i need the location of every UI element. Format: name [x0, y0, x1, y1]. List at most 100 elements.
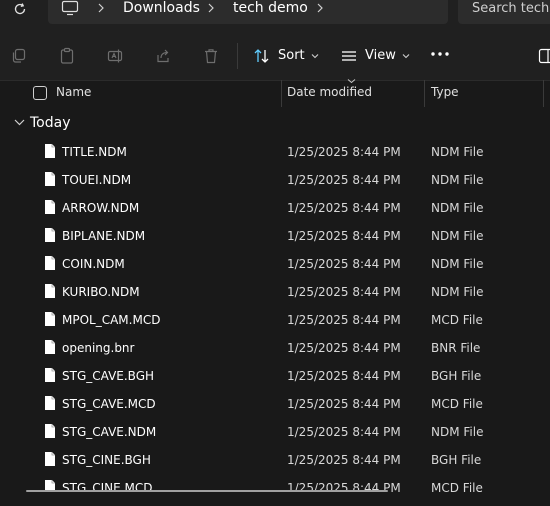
sort-button[interactable]: Sort — [253, 45, 319, 67]
file-row[interactable]: MPOL_CAM.MCD 1/25/2025 8:44 PM MCD File — [0, 306, 550, 334]
view-icon — [342, 51, 356, 61]
file-icon — [45, 368, 55, 382]
chevron-right-icon[interactable] — [96, 2, 106, 14]
file-icon — [45, 396, 55, 410]
more-options-icon[interactable] — [430, 51, 450, 57]
file-icon — [45, 312, 55, 326]
file-name: STG_CAVE.NDM — [62, 425, 157, 439]
view-label: View — [365, 48, 396, 63]
file-row[interactable]: STG_CAVE.MCD 1/25/2025 8:44 PM MCD File — [0, 390, 550, 418]
refresh-button[interactable] — [8, 0, 32, 18]
file-row[interactable]: TOUEI.NDM 1/25/2025 8:44 PM NDM File — [0, 166, 550, 194]
chevron-right-icon[interactable] — [206, 2, 216, 14]
sort-label: Sort — [278, 48, 305, 63]
file-type: NDM File — [431, 229, 484, 243]
file-icon — [45, 284, 55, 298]
sort-ascending-icon — [347, 79, 356, 84]
file-date-modified: 1/25/2025 8:44 PM — [287, 453, 401, 467]
file-icon — [45, 340, 55, 354]
refresh-icon — [14, 3, 26, 15]
column-header-type[interactable]: Type — [431, 85, 459, 100]
file-type: MCD File — [431, 313, 483, 327]
file-name: STG_CAVE.MCD — [62, 397, 156, 411]
file-type: BGH File — [431, 369, 482, 383]
search-input[interactable]: Search tech demo — [472, 0, 550, 17]
chevron-down-icon — [311, 54, 319, 59]
file-type: MCD File — [431, 397, 483, 411]
column-resize-handle[interactable] — [424, 80, 425, 107]
file-name: opening.bnr — [62, 341, 135, 355]
file-row[interactable]: BIPLANE.NDM 1/25/2025 8:44 PM NDM File — [0, 222, 550, 250]
file-row[interactable]: COIN.NDM 1/25/2025 8:44 PM NDM File — [0, 250, 550, 278]
file-icon — [45, 172, 55, 186]
paste-icon[interactable] — [58, 47, 76, 65]
file-name: TITLE.NDM — [62, 145, 127, 159]
file-date-modified: 1/25/2025 8:44 PM — [287, 257, 401, 271]
breadcrumb-downloads[interactable]: Downloads — [123, 0, 200, 17]
sort-icon — [254, 49, 269, 63]
column-header-date-modified[interactable]: Date modified — [287, 85, 372, 100]
file-row[interactable]: opening.bnr 1/25/2025 8:44 PM BNR File — [0, 334, 550, 362]
file-date-modified: 1/25/2025 8:44 PM — [287, 397, 401, 411]
bottom-edge — [0, 492, 550, 506]
file-date-modified: 1/25/2025 8:44 PM — [287, 285, 401, 299]
group-header-today[interactable]: Today — [0, 112, 550, 134]
search-box[interactable]: Search tech demo — [458, 0, 550, 24]
file-row[interactable]: STG_CAVE.NDM 1/25/2025 8:44 PM NDM File — [0, 418, 550, 446]
horizontal-scrollbar[interactable] — [26, 490, 388, 492]
this-pc-icon[interactable] — [60, 0, 80, 16]
file-date-modified: 1/25/2025 8:44 PM — [287, 341, 401, 355]
file-explorer-window: Downloads tech demo Search tech demo — [0, 0, 550, 506]
file-type: BNR File — [431, 341, 481, 355]
file-row[interactable]: STG_CINE.BGH 1/25/2025 8:44 PM BGH File — [0, 446, 550, 474]
file-date-modified: 1/25/2025 8:44 PM — [287, 201, 401, 215]
copy-icon[interactable] — [10, 47, 28, 65]
file-icon — [45, 200, 55, 214]
chevron-down-icon[interactable] — [14, 119, 25, 126]
command-bar: Sort View — [0, 31, 550, 81]
column-header-name[interactable]: Name — [56, 85, 91, 100]
file-date-modified: 1/25/2025 8:44 PM — [287, 369, 401, 383]
file-date-modified: 1/25/2025 8:44 PM — [287, 145, 401, 159]
file-type: NDM File — [431, 201, 484, 215]
file-row[interactable]: TITLE.NDM 1/25/2025 8:44 PM NDM File — [0, 138, 550, 166]
file-type: NDM File — [431, 425, 484, 439]
view-button[interactable]: View — [340, 45, 410, 67]
select-all-checkbox[interactable] — [33, 86, 47, 100]
chevron-down-icon — [402, 54, 410, 59]
share-icon[interactable] — [154, 47, 172, 65]
file-date-modified: 1/25/2025 8:44 PM — [287, 173, 401, 187]
rename-icon[interactable] — [106, 47, 124, 65]
file-row[interactable]: STG_CAVE.BGH 1/25/2025 8:44 PM BGH File — [0, 362, 550, 390]
breadcrumb-tech-demo[interactable]: tech demo — [233, 0, 308, 17]
file-row[interactable]: ARROW.NDM 1/25/2025 8:44 PM NDM File — [0, 194, 550, 222]
details-pane-icon[interactable] — [538, 47, 550, 65]
file-name: MPOL_CAM.MCD — [62, 313, 161, 327]
delete-icon[interactable] — [202, 47, 220, 65]
file-type: NDM File — [431, 285, 484, 299]
column-header-row: Name Date modified Type — [0, 79, 550, 107]
file-row[interactable]: KURIBO.NDM 1/25/2025 8:44 PM NDM File — [0, 278, 550, 306]
file-icon — [45, 452, 55, 466]
file-type: NDM File — [431, 145, 484, 159]
file-name: ARROW.NDM — [62, 201, 140, 215]
address-bar-area: Downloads tech demo Search tech demo — [0, 0, 550, 31]
file-date-modified: 1/25/2025 8:44 PM — [287, 229, 401, 243]
file-name: BIPLANE.NDM — [62, 229, 146, 243]
file-type: NDM File — [431, 173, 484, 187]
file-date-modified: 1/25/2025 8:44 PM — [287, 425, 401, 439]
column-resize-handle[interactable] — [543, 80, 544, 107]
file-icon — [45, 144, 55, 158]
file-type: BGH File — [431, 453, 482, 467]
file-name: STG_CAVE.BGH — [62, 369, 155, 383]
chevron-right-icon[interactable] — [315, 2, 325, 14]
file-name: COIN.NDM — [62, 257, 125, 271]
file-name: STG_CINE.BGH — [62, 453, 151, 467]
file-name: KURIBO.NDM — [62, 285, 140, 299]
file-icon — [45, 424, 55, 438]
file-icon — [45, 256, 55, 270]
file-date-modified: 1/25/2025 8:44 PM — [287, 313, 401, 327]
file-icon — [45, 228, 55, 242]
group-label: Today — [30, 115, 71, 131]
column-resize-handle[interactable] — [281, 80, 282, 107]
